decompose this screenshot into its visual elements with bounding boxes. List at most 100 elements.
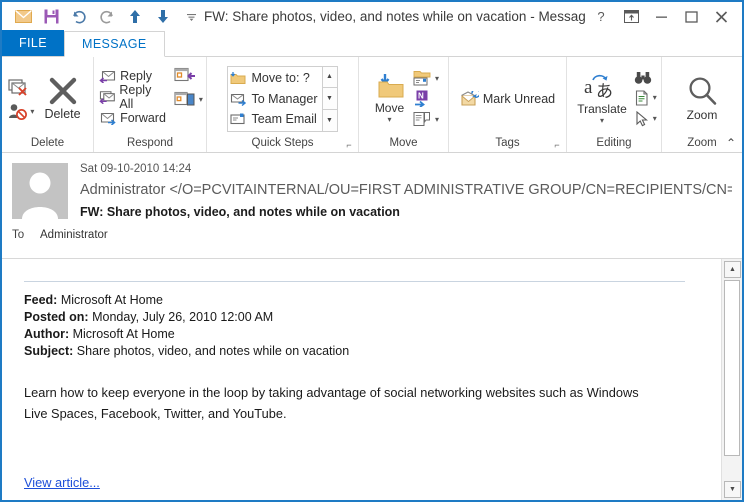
maximize-icon[interactable] xyxy=(676,5,706,29)
group-label-quick-steps: Quick Steps ⌐ xyxy=(209,136,356,152)
move-button[interactable]: Move ▾ xyxy=(368,73,411,124)
to-value[interactable]: Administrator xyxy=(40,229,108,241)
quick-step-move-to[interactable]: Move to: ? xyxy=(230,68,317,89)
move-to-folder-icon xyxy=(230,71,246,84)
quick-step-team-email[interactable]: Team Email xyxy=(230,109,317,130)
related-caret-icon[interactable]: ▾ xyxy=(653,93,657,102)
translate-label: Translate xyxy=(577,101,627,116)
more-respond-button[interactable]: ▾ xyxy=(174,91,203,108)
tab-message[interactable]: MESSAGE xyxy=(64,31,165,57)
forward-button[interactable]: Forward xyxy=(97,107,168,128)
mail-icon[interactable] xyxy=(10,5,36,29)
message-subject: FW: Share photos, video, and notes while… xyxy=(80,205,400,219)
mark-unread-button[interactable]: Mark Unread xyxy=(458,88,557,109)
ribbon: ▾ Delete Delete Reply Reply All Forward … xyxy=(2,57,742,153)
posted-on-line: Posted on: Monday, July 26, 2010 12:00 A… xyxy=(24,309,703,326)
message-window: FW: Share photos, video, and notes while… xyxy=(0,0,744,502)
quick-steps-gallery[interactable]: Move to: ? To Manager Team Email ▲ ▼ ▼ xyxy=(227,65,338,132)
quick-access-toolbar xyxy=(2,5,204,29)
zoom-label: Zoom xyxy=(686,107,718,122)
ribbon-group-respond: Reply Reply All Forward ▾ Respond xyxy=(94,57,207,152)
group-label-tags: Tags ⌐ xyxy=(451,136,564,152)
previous-item-icon[interactable] xyxy=(122,5,148,29)
author-label: Author: xyxy=(24,327,70,341)
message-body-content[interactable]: Feed: Microsoft At Home Posted on: Monda… xyxy=(2,259,721,500)
quick-step-label: Team Email xyxy=(251,112,317,127)
ribbon-group-editing: a あ Translate ▾ ▾ ▾ Editing xyxy=(567,57,662,152)
next-item-icon[interactable] xyxy=(150,5,176,29)
customize-qat-icon[interactable] xyxy=(178,5,204,29)
delete-label: Delete xyxy=(44,107,81,121)
collapse-ribbon-icon[interactable]: ⌃ xyxy=(726,136,736,150)
more-respond-icon xyxy=(174,91,195,106)
quick-step-label: Move to: ? xyxy=(251,70,310,85)
rules-caret-icon[interactable]: ▾ xyxy=(435,74,439,83)
ribbon-group-move: Move ▾ ▾ N ▾ Move xyxy=(359,57,449,152)
move-label: Move xyxy=(374,101,405,115)
author-line: Author: Microsoft At Home xyxy=(24,326,703,343)
junk-icon[interactable]: ▾ xyxy=(8,103,34,120)
group-label-move: Move xyxy=(389,137,418,149)
quick-steps-more-icon[interactable]: ▼ xyxy=(322,109,337,131)
reply-icon xyxy=(99,70,116,83)
reply-all-icon xyxy=(99,90,115,104)
subject-line: Subject: Share photos, video, and notes … xyxy=(24,343,703,360)
ignore-icon[interactable] xyxy=(8,78,34,97)
body-divider xyxy=(24,281,685,282)
undo-icon[interactable] xyxy=(66,5,92,29)
select-button[interactable]: ▾ xyxy=(634,110,657,127)
tags-dialog-launcher-icon[interactable]: ⌐ xyxy=(552,141,562,151)
tab-file[interactable]: FILE xyxy=(2,30,64,56)
forward-icon xyxy=(101,112,116,125)
scrollbar-down-arrow[interactable]: ▼ xyxy=(724,481,741,498)
actions-caret-icon[interactable]: ▾ xyxy=(435,115,439,124)
quick-steps-scroll-up-icon[interactable]: ▲ xyxy=(322,66,337,89)
reply-all-button[interactable]: Reply All xyxy=(97,83,168,111)
scrollbar-thumb[interactable] xyxy=(724,280,740,456)
quick-steps-scroll: ▲ ▼ ▼ xyxy=(321,66,337,131)
view-article-link[interactable]: View article... xyxy=(24,475,100,490)
feed-label: Feed: xyxy=(24,293,58,307)
message-header: Sat 09-10-2010 14:24 Administrator </O=P… xyxy=(2,153,742,258)
quick-steps-scroll-down-icon[interactable]: ▼ xyxy=(322,88,337,110)
find-button[interactable] xyxy=(634,71,657,85)
quick-step-to-manager[interactable]: To Manager xyxy=(230,88,318,109)
more-respond-caret-icon[interactable]: ▾ xyxy=(199,95,203,104)
team-email-icon xyxy=(230,113,246,125)
close-icon[interactable] xyxy=(706,5,736,29)
minimize-icon[interactable] xyxy=(646,5,676,29)
actions-button[interactable]: ▾ xyxy=(413,111,439,127)
redo-icon[interactable] xyxy=(94,5,120,29)
move-caret-icon[interactable]: ▾ xyxy=(387,115,391,124)
to-manager-icon xyxy=(231,93,247,106)
related-button[interactable]: ▾ xyxy=(634,89,657,106)
group-label-editing: Editing xyxy=(596,137,632,149)
rules-button[interactable]: ▾ xyxy=(413,70,439,86)
quick-steps-dialog-launcher-icon[interactable]: ⌐ xyxy=(344,141,354,151)
junk-caret-icon[interactable]: ▾ xyxy=(30,107,34,116)
move-icon xyxy=(378,74,404,98)
posted-on-label: Posted on: xyxy=(24,310,89,324)
message-sender[interactable]: Administrator </O=PCVITAINTERNAL/OU=FIRS… xyxy=(80,179,732,201)
find-binoculars-icon xyxy=(634,71,651,84)
onenote-button[interactable]: N xyxy=(413,90,439,107)
ribbon-display-options-icon[interactable] xyxy=(616,5,646,29)
window-controls: ? xyxy=(586,5,742,29)
zoom-button[interactable]: Zoom xyxy=(681,76,724,122)
select-caret-icon[interactable]: ▾ xyxy=(653,114,657,123)
author-value: Microsoft At Home xyxy=(72,327,175,341)
body-scrollbar[interactable]: ▲ ▼ xyxy=(721,259,742,500)
translate-button[interactable]: a あ Translate ▾ xyxy=(571,73,633,125)
scrollbar-up-arrow[interactable]: ▲ xyxy=(724,261,741,278)
subject-value: Share photos, video, and notes while on … xyxy=(76,344,350,358)
body-paragraph: Learn how to keep everyone in the loop b… xyxy=(24,385,639,421)
translate-caret-icon[interactable]: ▾ xyxy=(600,116,604,125)
ribbon-group-tags: Mark Unread Tags ⌐ xyxy=(449,57,567,152)
meeting-button[interactable] xyxy=(174,67,203,84)
window-title: FW: Share photos, video, and notes while… xyxy=(204,9,586,24)
save-icon[interactable] xyxy=(38,5,64,29)
help-icon[interactable]: ? xyxy=(586,5,616,29)
delete-button[interactable]: Delete xyxy=(38,76,86,121)
zoom-magnifier-icon xyxy=(688,76,716,105)
forward-label: Forward xyxy=(120,110,166,125)
